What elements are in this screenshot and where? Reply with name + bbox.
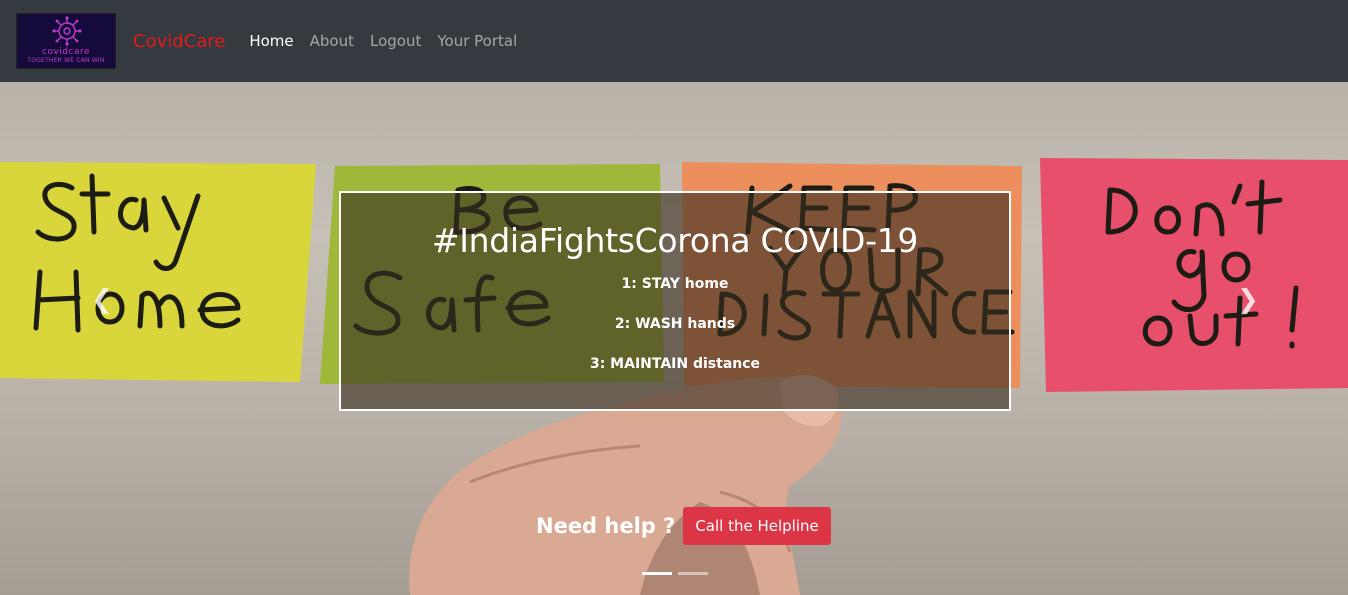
logo-tagline: TOGETHER WE CAN WIN [27, 57, 105, 64]
caption-steps: 1: STAY home 2: WASH hands 3: MAINTAIN d… [341, 264, 1009, 384]
nav-logout[interactable]: Logout [362, 24, 429, 58]
caption-step-2: 2: WASH hands [614, 316, 736, 332]
carousel-next-button[interactable]: ❯ [1228, 280, 1268, 320]
carousel-indicators [642, 572, 714, 575]
nav-your-portal[interactable]: Your Portal [429, 24, 525, 58]
chevron-left-icon: ❮ [91, 285, 113, 315]
help-section: Need help ? Call the Helpline [536, 507, 831, 545]
carousel-prev-button[interactable]: ❮ [82, 280, 122, 320]
caption-step-3: 3: MAINTAIN distance [589, 356, 761, 372]
nav-links: Home About Logout Your Portal [241, 24, 525, 58]
navbar: covidcare TOGETHER WE CAN WIN CovidCare … [0, 0, 1348, 82]
nav-about[interactable]: About [302, 24, 362, 58]
sticky-note-stay-home [0, 162, 316, 382]
brand-link[interactable]: CovidCare [133, 31, 225, 52]
logo-name: covidcare [42, 47, 90, 57]
call-helpline-button[interactable]: Call the Helpline [683, 507, 831, 545]
carousel-caption: #IndiaFightsCorona COVID-19 1: STAY home… [339, 191, 1011, 411]
hero-carousel: ❮ ❯ #IndiaFightsCorona COVID-19 1: STAY … [0, 82, 1348, 595]
carousel-indicator-2[interactable] [678, 572, 708, 575]
need-help-text: Need help ? [536, 514, 676, 538]
brand-logo[interactable]: covidcare TOGETHER WE CAN WIN [16, 13, 116, 69]
caption-step-1: 1: STAY home [621, 276, 729, 292]
chevron-right-icon: ❯ [1237, 285, 1259, 315]
carousel-indicator-1[interactable] [642, 572, 672, 575]
caption-title: #IndiaFightsCorona COVID-19 [431, 221, 919, 260]
nav-home[interactable]: Home [241, 24, 301, 58]
